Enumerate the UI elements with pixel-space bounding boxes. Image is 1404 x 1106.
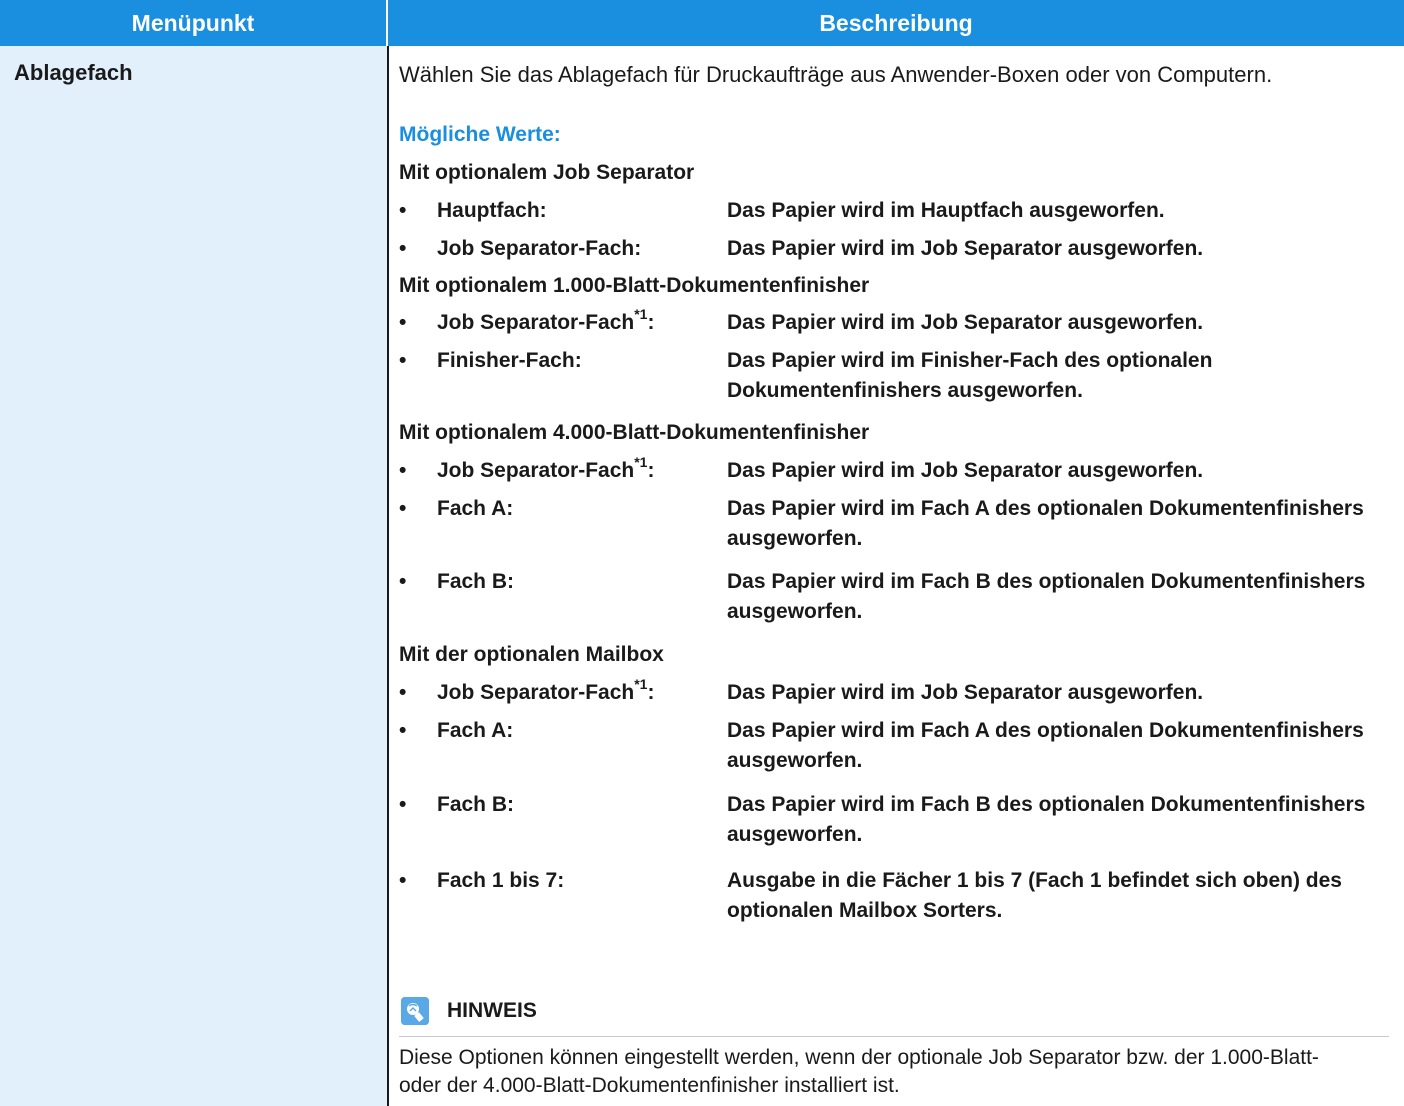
bullet: • (399, 570, 407, 593)
option-name-colon: : (647, 681, 655, 704)
option-description: Das Papier wird im Finisher-Fach des opt… (727, 349, 1213, 402)
option-name: Job Separator-Fach: (437, 237, 642, 260)
menu-item-label: Ablagefach (14, 60, 133, 85)
option-name: Hauptfach: (437, 199, 547, 222)
note-icon (401, 997, 429, 1025)
option-description: Das Papier wird im Hauptfach ausgeworfen… (727, 199, 1165, 222)
option-description: Das Papier wird im Job Separator ausgewo… (727, 311, 1204, 334)
bullet: • (399, 719, 407, 742)
option-description: Ausgabe in die Fächer 1 bis 7 (Fach 1 be… (727, 869, 1342, 922)
option-description: Das Papier wird im Fach B des optionalen… (727, 793, 1366, 846)
group-title: Mit optionalem 4.000-Blatt-Dokumentenfin… (399, 421, 870, 444)
column-header-menu-item: Menüpunkt (0, 0, 386, 46)
bullet: • (399, 681, 407, 704)
group-title: Mit optionalem Job Separator (399, 161, 695, 184)
option-description: Das Papier wird im Job Separator ausgewo… (727, 681, 1204, 704)
note-title: HINWEIS (447, 999, 537, 1022)
bullet: • (399, 497, 407, 520)
column-divider (387, 46, 389, 1106)
option-name-text: Job Separator-Fach (437, 459, 635, 482)
option-description: Das Papier wird im Job Separator ausgewo… (727, 237, 1204, 260)
option-name: Fach A: (437, 719, 514, 742)
option-name-colon: : (647, 459, 655, 482)
option-description: Das Papier wird im Fach A des optionalen… (727, 497, 1364, 550)
option-name-colon: : (647, 311, 655, 334)
option-name: Fach B: (437, 793, 515, 816)
bullet: • (399, 793, 407, 816)
option-description: Das Papier wird im Job Separator ausgewo… (727, 459, 1204, 482)
footnote-marker: *1 (634, 306, 648, 322)
menu-item-column (0, 46, 387, 1106)
group-title: Mit der optionalen Mailbox (399, 643, 664, 666)
bullet: • (399, 459, 407, 482)
bullet: • (399, 237, 407, 260)
note-text: Diese Optionen können eingestellt werden… (399, 1046, 1319, 1097)
possible-values-heading: Mögliche Werte: (399, 123, 561, 146)
option-name: Finisher-Fach: (437, 349, 582, 372)
option-name: Job Separator-Fach*1: (437, 306, 655, 338)
bullet: • (399, 349, 407, 372)
bullet: • (399, 311, 407, 334)
option-name-text: Job Separator-Fach (437, 311, 635, 334)
description-intro: Wählen Sie das Ablagefach für Druckauftr… (399, 62, 1273, 87)
note-divider (399, 1036, 1389, 1037)
option-name: Fach B: (437, 570, 515, 593)
note-heading: HINWEIS (401, 996, 537, 1026)
footnote-marker: *1 (634, 676, 648, 692)
settings-table: Menüpunkt Beschreibung Ablagefach Wählen… (0, 0, 1404, 1106)
bullet: • (399, 199, 407, 222)
option-name-text: Job Separator-Fach (437, 681, 635, 704)
footnote-marker: *1 (634, 454, 648, 470)
option-description: Das Papier wird im Fach B des optionalen… (727, 570, 1366, 623)
option-description: Das Papier wird im Fach A des optionalen… (727, 719, 1364, 772)
column-header-description: Beschreibung (388, 0, 1404, 46)
bullet: • (399, 869, 407, 892)
option-name: Fach A: (437, 497, 514, 520)
option-name: Job Separator-Fach*1: (437, 676, 655, 708)
option-name: Job Separator-Fach*1: (437, 454, 655, 486)
group-title: Mit optionalem 1.000-Blatt-Dokumentenfin… (399, 274, 870, 297)
option-name: Fach 1 bis 7: (437, 869, 565, 892)
